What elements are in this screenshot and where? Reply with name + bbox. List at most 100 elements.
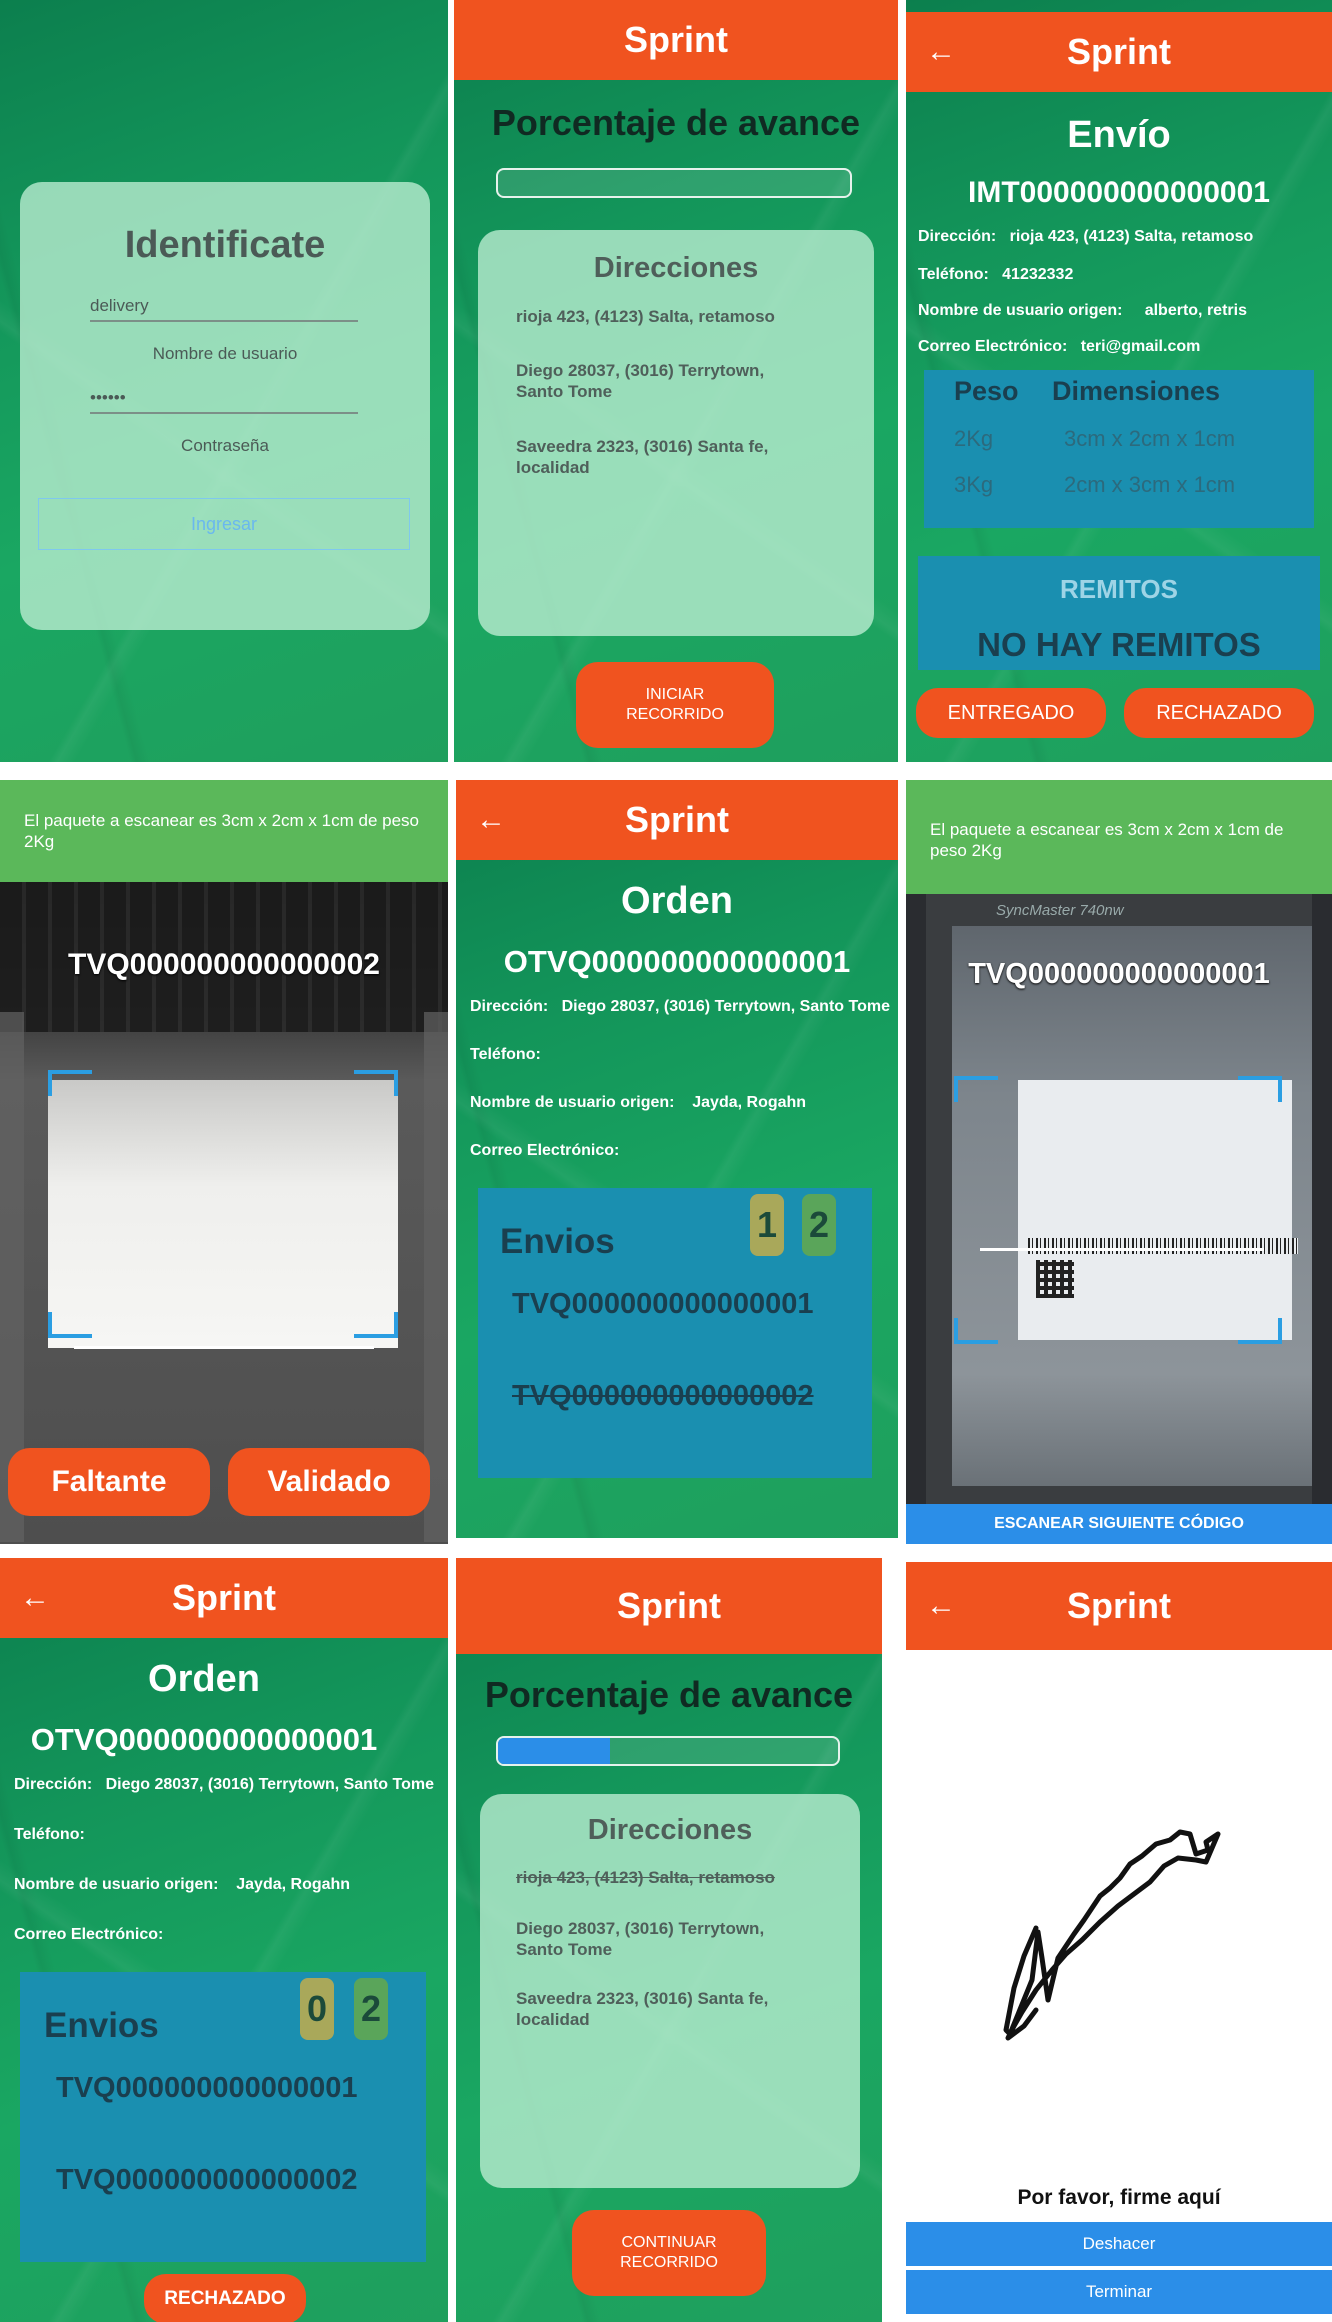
- address-row: Dirección: Diego 28037, (3016) Terrytown…: [14, 1776, 434, 1794]
- scanned-code: TVQ000000000000002: [68, 948, 380, 981]
- address-item[interactable]: Saveedra 2323, (3016) Santa fe, localida…: [516, 1988, 796, 2030]
- address-row: Dirección: Diego 28037, (3016) Terrytown…: [470, 998, 890, 1016]
- undo-button[interactable]: Deshacer: [906, 2222, 1332, 2266]
- app-bar: Sprint: [456, 1558, 882, 1654]
- address-item[interactable]: rioja 423, (4123) Salta, retamoso: [516, 1868, 775, 1888]
- login-card: Identificate delivery Nombre de usuario …: [20, 182, 430, 630]
- field-value: 41232332: [1002, 266, 1074, 283]
- field-label: Nombre de usuario origen:: [470, 1094, 675, 1111]
- phone-row: Teléfono:: [470, 1046, 541, 1064]
- app-bar: ← Sprint: [0, 1558, 448, 1638]
- scan-frame-corner-icon: [48, 1312, 92, 1338]
- directions-card: Direcciones rioja 423, (4123) Salta, ret…: [480, 1794, 860, 2188]
- pending-count-badge: 0: [300, 1978, 334, 2040]
- field-label: Nombre de usuario origen:: [14, 1876, 219, 1893]
- origin-user-row: Nombre de usuario origen: Jayda, Rogahn: [470, 1094, 806, 1112]
- field-label: Nombre de usuario origen:: [918, 302, 1123, 319]
- scanned-code: TVQ000000000000001: [968, 958, 1270, 990]
- shipment-item[interactable]: TVQ000000000000002: [512, 1380, 814, 1413]
- cell-dimensions: 2cm x 3cm x 1cm: [1064, 472, 1236, 497]
- password-field[interactable]: ••••••: [90, 388, 358, 414]
- package-table: Peso Dimensiones 2Kg 3cm x 2cm x 1cm 3Kg…: [924, 370, 1314, 528]
- app-bar: ← Sprint: [456, 780, 898, 860]
- app-bar: Sprint: [454, 0, 898, 80]
- app-bar: ← Sprint: [906, 1562, 1332, 1650]
- scanner-screen: El paquete a escanear es 3cm x 2cm x 1cm…: [906, 780, 1332, 1544]
- field-value: teri@gmail.com: [1080, 338, 1201, 355]
- signature-stroke: [1003, 1829, 1221, 2041]
- signature-canvas[interactable]: [906, 1658, 1332, 2138]
- remitos-title: REMITOS: [1060, 574, 1178, 604]
- rejected-button[interactable]: RECHAZADO: [1124, 688, 1314, 738]
- email-row: Correo Electrónico: teri@gmail.com: [918, 338, 1200, 356]
- shipment-title: Envío: [1067, 114, 1171, 156]
- scan-line: [74, 1346, 374, 1349]
- signature-screen: ← Sprint Por favor, firme aquí Deshacer …: [906, 1558, 1332, 2322]
- shipments-title: Envios: [500, 1222, 615, 1261]
- continue-route-button[interactable]: CONTINUAR RECORRIDO: [572, 2210, 766, 2296]
- shipment-item[interactable]: TVQ000000000000001: [512, 1288, 814, 1321]
- scan-frame-corner-icon: [354, 1312, 398, 1338]
- app-title: Sprint: [624, 19, 728, 60]
- field-label: Teléfono:: [470, 1046, 541, 1063]
- finish-button[interactable]: Terminar: [906, 2270, 1332, 2314]
- progress-screen: Sprint Porcentaje de avance Direcciones …: [454, 0, 898, 762]
- address-item[interactable]: Diego 28037, (3016) Terrytown, Santo Tom…: [516, 360, 806, 402]
- validated-button[interactable]: Validado: [228, 1448, 430, 1516]
- document-on-screen: [1018, 1080, 1292, 1340]
- back-arrow-icon[interactable]: ←: [926, 35, 956, 69]
- qr-code: [1036, 1260, 1074, 1298]
- directions-title: Direcciones: [593, 252, 759, 284]
- col-header-dimensions: Dimensiones: [1052, 376, 1221, 406]
- address-item[interactable]: rioja 423, (4123) Salta, retamoso: [516, 306, 836, 327]
- monitor-brand: SyncMaster 740nw: [996, 902, 1124, 919]
- total-count-badge: 2: [354, 1978, 388, 2040]
- progress-bar: [496, 168, 852, 198]
- field-label: Dirección:: [470, 998, 549, 1015]
- barcode: [1028, 1238, 1298, 1254]
- progress-screen: Sprint Porcentaje de avance Direcciones …: [456, 1558, 882, 2322]
- order-screen: ← Sprint Orden OTVQ000000000000001 Direc…: [0, 1558, 448, 2322]
- login-button[interactable]: Ingresar: [38, 498, 410, 550]
- field-label: Correo Electrónico:: [14, 1926, 164, 1943]
- back-arrow-icon[interactable]: ←: [20, 1581, 50, 1615]
- address-row: Dirección: rioja 423, (4123) Salta, reta…: [918, 228, 1253, 246]
- login-title: Identificate: [124, 224, 326, 266]
- paper-sheet: [48, 1080, 398, 1348]
- field-label: Correo Electrónico:: [470, 1142, 620, 1159]
- field-value: Diego 28037, (3016) Terrytown, Santo Tom…: [561, 998, 890, 1015]
- field-label: Dirección:: [918, 228, 997, 245]
- address-item[interactable]: Saveedra 2323, (3016) Santa fe, localida…: [516, 436, 806, 478]
- username-field[interactable]: delivery: [90, 296, 358, 322]
- col-header-weight: Peso: [954, 376, 1019, 406]
- cell-dimensions: 3cm x 2cm x 1cm: [1064, 426, 1236, 451]
- progress-fill: [498, 1738, 611, 1764]
- field-label: Correo Electrónico:: [918, 338, 1068, 355]
- scan-next-button[interactable]: ESCANEAR SIGUIENTE CÓDIGO: [906, 1504, 1332, 1544]
- app-bar: ← Sprint: [906, 12, 1332, 92]
- phone-row: Teléfono: 41232332: [918, 266, 1073, 284]
- shipment-item[interactable]: TVQ000000000000001: [56, 2072, 358, 2105]
- pending-count-badge: 1: [750, 1194, 784, 1256]
- missing-button[interactable]: Faltante: [8, 1448, 210, 1516]
- shipment-item[interactable]: TVQ000000000000002: [56, 2164, 358, 2197]
- delivered-button[interactable]: ENTREGADO: [916, 688, 1106, 738]
- back-arrow-icon[interactable]: ←: [476, 803, 506, 837]
- field-label: Teléfono:: [14, 1826, 85, 1843]
- directions-title: Direcciones: [587, 1814, 753, 1846]
- app-title: Sprint: [172, 1577, 276, 1618]
- remitos-box: REMITOS NO HAY REMITOS: [918, 556, 1320, 670]
- order-screen: ← Sprint Orden OTVQ000000000000001 Direc…: [456, 780, 898, 1538]
- rejected-button[interactable]: RECHAZADO: [144, 2274, 306, 2322]
- phone-row: Teléfono:: [14, 1826, 85, 1844]
- address-item[interactable]: Diego 28037, (3016) Terrytown, Santo Tom…: [516, 1918, 796, 1960]
- signature-prompt: Por favor, firme aquí: [1017, 2186, 1221, 2209]
- field-label: Teléfono:: [918, 266, 989, 283]
- order-title: Orden: [148, 1658, 260, 1700]
- start-route-button[interactable]: INICIAR RECORRIDO: [576, 662, 774, 748]
- app-title: Sprint: [1067, 1585, 1171, 1626]
- back-arrow-icon[interactable]: ←: [926, 1589, 956, 1623]
- email-row: Correo Electrónico:: [470, 1142, 619, 1160]
- origin-user-row: Nombre de usuario origen: alberto, retri…: [918, 302, 1247, 320]
- total-count-badge: 2: [802, 1194, 836, 1256]
